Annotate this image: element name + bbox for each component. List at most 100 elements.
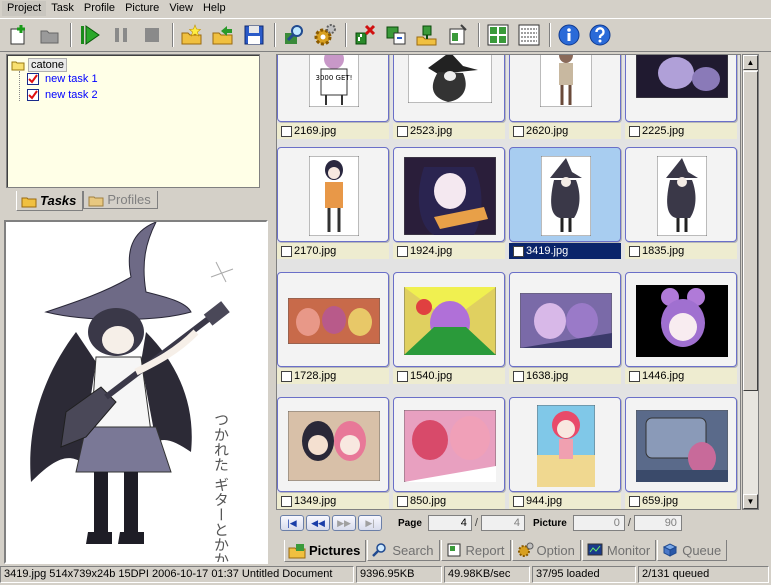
export-folder-button[interactable] (210, 22, 236, 48)
thumbnail-frame[interactable] (277, 147, 389, 242)
tab-pictures[interactable]: Pictures (284, 540, 367, 562)
menu-picture[interactable]: Picture (120, 1, 164, 16)
new-project-button[interactable] (6, 22, 32, 48)
thumbnail-checkbox[interactable] (513, 125, 524, 137)
pause-button[interactable] (108, 22, 134, 48)
thumbnail-cell[interactable]: 659.jpg (625, 397, 737, 509)
thumbnail-checkbox[interactable] (397, 495, 408, 507)
thumbnail-checkbox[interactable] (397, 125, 408, 137)
first-page-button[interactable]: |◀ (280, 515, 304, 531)
next-page-button[interactable]: ▶▶ (332, 515, 356, 531)
open-folder-button[interactable] (37, 22, 63, 48)
thumbnail-caption[interactable]: 2620.jpg (509, 123, 621, 139)
thumbnail-checkbox[interactable] (281, 245, 292, 257)
tab-report[interactable]: Report (440, 540, 511, 561)
thumbnail-cell[interactable]: 3419.jpg (509, 147, 621, 267)
tree-node-new-task-2[interactable]: new task 2 (27, 89, 98, 101)
thumbnail-cell[interactable]: 1728.jpg (277, 272, 389, 392)
thumbnail-cell[interactable]: 1835.jpg (625, 147, 737, 267)
task-checkbox[interactable] (27, 89, 39, 101)
thumbnail-checkbox[interactable] (629, 245, 640, 257)
scroll-thumb[interactable] (743, 71, 758, 391)
thumbnail-caption[interactable]: 1540.jpg (393, 368, 505, 384)
thumbnail-checkbox[interactable] (281, 370, 292, 382)
picture-current-field[interactable]: 0 (572, 515, 625, 531)
thumbnail-cell[interactable]: 850.jpg (393, 397, 505, 509)
thumbnail-caption[interactable]: 944.jpg (509, 493, 621, 509)
menu-task[interactable]: Task (46, 1, 79, 16)
menu-view[interactable]: View (164, 1, 198, 16)
thumbnail-checkbox[interactable] (629, 495, 640, 507)
thumbnail-frame[interactable] (509, 147, 621, 242)
thumbnail-checkbox[interactable] (513, 495, 524, 507)
thumbnail-caption[interactable]: 850.jpg (393, 493, 505, 509)
task-checkbox[interactable] (27, 73, 39, 85)
thumbnail-cell[interactable]: 2620.jpg (509, 55, 621, 147)
thumbnail-frame[interactable] (393, 397, 505, 492)
menu-project[interactable]: Project (2, 1, 47, 16)
thumbnail-frame[interactable] (277, 272, 389, 367)
last-page-button[interactable]: ▶| (358, 515, 382, 531)
thumbnail-caption[interactable]: 1349.jpg (277, 493, 389, 509)
stop-button[interactable] (139, 22, 165, 48)
thumbnail-caption[interactable]: 1638.jpg (509, 368, 621, 384)
tab-tasks[interactable]: Tasks (16, 191, 84, 211)
scroll-down-button[interactable]: ▼ (743, 494, 758, 509)
thumbnail-frame[interactable] (393, 147, 505, 242)
thumbnail-checkbox[interactable] (513, 245, 524, 257)
tree-node-new-task-1[interactable]: new task 1 (27, 73, 98, 85)
thumbnail-view-button[interactable] (485, 22, 511, 48)
thumbnail-caption[interactable]: 3419.jpg (509, 243, 621, 259)
thumbnail-cell[interactable]: 2523.jpg (393, 55, 505, 147)
thumbnail-caption[interactable]: 2170.jpg (277, 243, 389, 259)
task-tree[interactable]: catone new task 1 new task 2 (6, 54, 260, 188)
thumbnail-grid[interactable]: 3000 GET! 2169.jpg 2523.jpg 2620.jpg 2225.jp… (276, 54, 741, 510)
page-current-field[interactable]: 4 (427, 515, 472, 531)
thumbnail-cell[interactable]: 1638.jpg (509, 272, 621, 392)
tab-profiles[interactable]: Profiles (83, 191, 158, 209)
thumbnail-frame[interactable] (393, 55, 505, 122)
thumbnail-checkbox[interactable] (629, 370, 640, 382)
list-view-button[interactable] (516, 22, 542, 48)
thumbnail-caption[interactable]: 1924.jpg (393, 243, 505, 259)
thumbnail-cell[interactable]: 1446.jpg (625, 272, 737, 392)
start-button[interactable] (77, 22, 103, 48)
grid-scrollbar[interactable]: ▲ ▼ (742, 54, 759, 510)
tab-monitor[interactable]: Monitor (581, 540, 657, 561)
thumbnail-cell[interactable]: 1349.jpg (277, 397, 389, 509)
thumbnail-frame[interactable] (625, 55, 737, 122)
thumbnail-caption[interactable]: 2225.jpg (625, 123, 737, 139)
thumbnail-cell[interactable]: 3000 GET! 2169.jpg (277, 55, 389, 147)
thumbnail-caption[interactable]: 1835.jpg (625, 243, 737, 259)
thumbnail-caption[interactable]: 2523.jpg (393, 123, 505, 139)
tab-queue[interactable]: Queue (657, 540, 728, 561)
thumbnail-cell[interactable]: 1540.jpg (393, 272, 505, 392)
tree-root-catone[interactable]: catone (11, 58, 68, 72)
thumbnail-cell[interactable]: 944.jpg (509, 397, 621, 509)
thumbnail-caption[interactable]: 1446.jpg (625, 368, 737, 384)
settings-button[interactable] (312, 22, 338, 48)
panel-splitter[interactable] (270, 52, 274, 564)
thumbnail-frame[interactable] (509, 55, 621, 122)
info-button[interactable] (556, 22, 582, 48)
thumbnail-cell[interactable]: 2170.jpg (277, 147, 389, 267)
help-button[interactable] (587, 22, 613, 48)
copy-button[interactable] (383, 22, 409, 48)
thumbnail-checkbox[interactable] (397, 370, 408, 382)
thumbnail-frame[interactable] (509, 397, 621, 492)
move-button[interactable] (414, 22, 440, 48)
thumbnail-frame[interactable] (393, 272, 505, 367)
prev-page-button[interactable]: ◀◀ (306, 515, 330, 531)
thumbnail-frame[interactable]: 3000 GET! (277, 55, 389, 122)
thumbnail-checkbox[interactable] (629, 125, 640, 137)
menu-help[interactable]: Help (198, 1, 231, 16)
thumbnail-frame[interactable] (625, 397, 737, 492)
thumbnail-caption[interactable]: 2169.jpg (277, 123, 389, 139)
thumbnail-frame[interactable] (625, 147, 737, 242)
save-button[interactable] (241, 22, 267, 48)
thumbnail-caption[interactable]: 659.jpg (625, 493, 737, 509)
thumbnail-checkbox[interactable] (281, 495, 292, 507)
menu-profile[interactable]: Profile (79, 1, 120, 16)
find-button[interactable] (281, 22, 307, 48)
delete-button[interactable] (352, 22, 378, 48)
